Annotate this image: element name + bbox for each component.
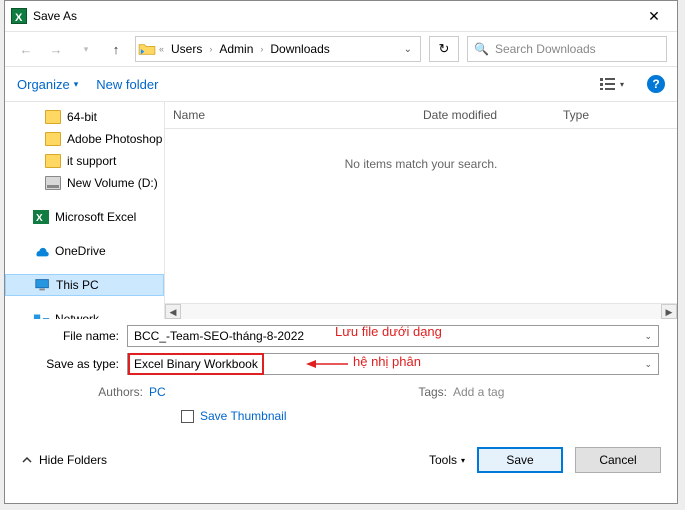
onedrive-icon [33,244,49,258]
back-button[interactable]: ← [15,38,37,60]
folder-icon [138,42,156,56]
help-button[interactable]: ? [647,75,665,93]
tree-64bit[interactable]: 64-bit [5,106,164,128]
save-as-dialog: X Save As ✕ ← → ▾ ↑ « Users › Admin › Do… [4,0,678,504]
drive-icon [45,176,61,190]
tree-photoshop[interactable]: Adobe Photoshop [5,128,164,150]
new-folder-button[interactable]: New folder [96,77,158,92]
address-bar[interactable]: « Users › Admin › Downloads ⌄ [135,36,421,62]
svg-text:X: X [15,12,23,24]
tools-button[interactable]: Tools▾ [429,453,465,467]
address-dropdown[interactable]: ⌄ [398,44,418,55]
folder-icon [45,110,61,124]
annotation-2: hệ nhị phân [353,354,421,369]
view-button[interactable]: ▾ [595,73,629,95]
tree-onedrive[interactable]: OneDrive [5,240,164,262]
crumb-admin[interactable]: Admin [215,40,257,58]
authors-label: Authors: [87,385,143,399]
save-thumbnail-label: Save Thumbnail [200,409,287,423]
chevron-up-icon [21,454,33,466]
dialog-title: Save As [33,9,631,23]
filename-label: File name: [31,329,127,343]
tree-itsupport[interactable]: it support [5,150,164,172]
col-type[interactable]: Type [555,102,677,128]
nav-tree: 64-bit Adobe Photoshop it support New Vo… [5,102,165,319]
authors-value[interactable]: PC [149,385,289,399]
excel-icon: X [11,8,27,24]
pc-icon [34,278,50,292]
nav-bar: ← → ▾ ↑ « Users › Admin › Downloads ⌄ ↻ … [5,31,677,67]
tree-network[interactable]: Network [5,308,164,319]
form-area: File name: BCC_-Team-SEO-tháng-8-2022 ⌄ … [5,319,677,439]
scroll-left[interactable]: ◀ [165,304,181,319]
footer: Hide Folders Tools▾ Save Cancel [5,439,677,481]
h-scrollbar[interactable]: ◀ ▶ [165,303,677,319]
tree-excel[interactable]: XMicrosoft Excel [5,206,164,228]
column-headers[interactable]: Name Date modified Type [165,102,677,129]
save-thumbnail-checkbox[interactable] [181,410,194,423]
search-icon: 🔍 [474,42,489,56]
tags-input[interactable]: Add a tag [453,385,504,399]
organize-button[interactable]: Organize▾ [17,77,78,92]
search-input[interactable]: 🔍 Search Downloads [467,36,667,62]
search-placeholder: Search Downloads [495,42,596,56]
chevron-down-icon[interactable]: ⌄ [638,359,658,370]
svg-text:X: X [36,213,43,224]
folder-icon [45,132,61,146]
empty-message: No items match your search. [165,129,677,199]
folder-icon [45,154,61,168]
crumb-users[interactable]: Users [167,40,206,58]
file-list: Name Date modified Type No items match y… [165,102,677,319]
excel-icon: X [33,210,49,224]
annotation-1: Lưu file dưới dạng [335,324,442,339]
chevron-down-icon[interactable]: ⌄ [644,331,652,342]
crumb-downloads[interactable]: Downloads [266,40,333,58]
forward-button[interactable]: → [45,38,67,60]
savetype-label: Save as type: [31,357,127,371]
close-button[interactable]: ✕ [631,1,677,31]
up-button[interactable]: ↑ [105,38,127,60]
tree-thispc[interactable]: This PC [5,274,164,296]
save-button[interactable]: Save [477,447,563,473]
titlebar: X Save As ✕ [5,1,677,31]
recent-dropdown[interactable]: ▾ [75,38,97,60]
hide-folders-button[interactable]: Hide Folders [21,453,107,467]
annotation-arrow-icon [306,355,350,373]
refresh-button[interactable]: ↻ [429,36,459,62]
tags-label: Tags: [391,385,447,399]
col-date[interactable]: Date modified [415,102,555,128]
cancel-button[interactable]: Cancel [575,447,661,473]
network-icon [33,312,49,319]
tree-newvolume[interactable]: New Volume (D:) [5,172,164,194]
col-name[interactable]: Name [165,102,415,128]
scroll-right[interactable]: ▶ [661,304,677,319]
toolbar: Organize▾ New folder ▾ ? [5,67,677,101]
